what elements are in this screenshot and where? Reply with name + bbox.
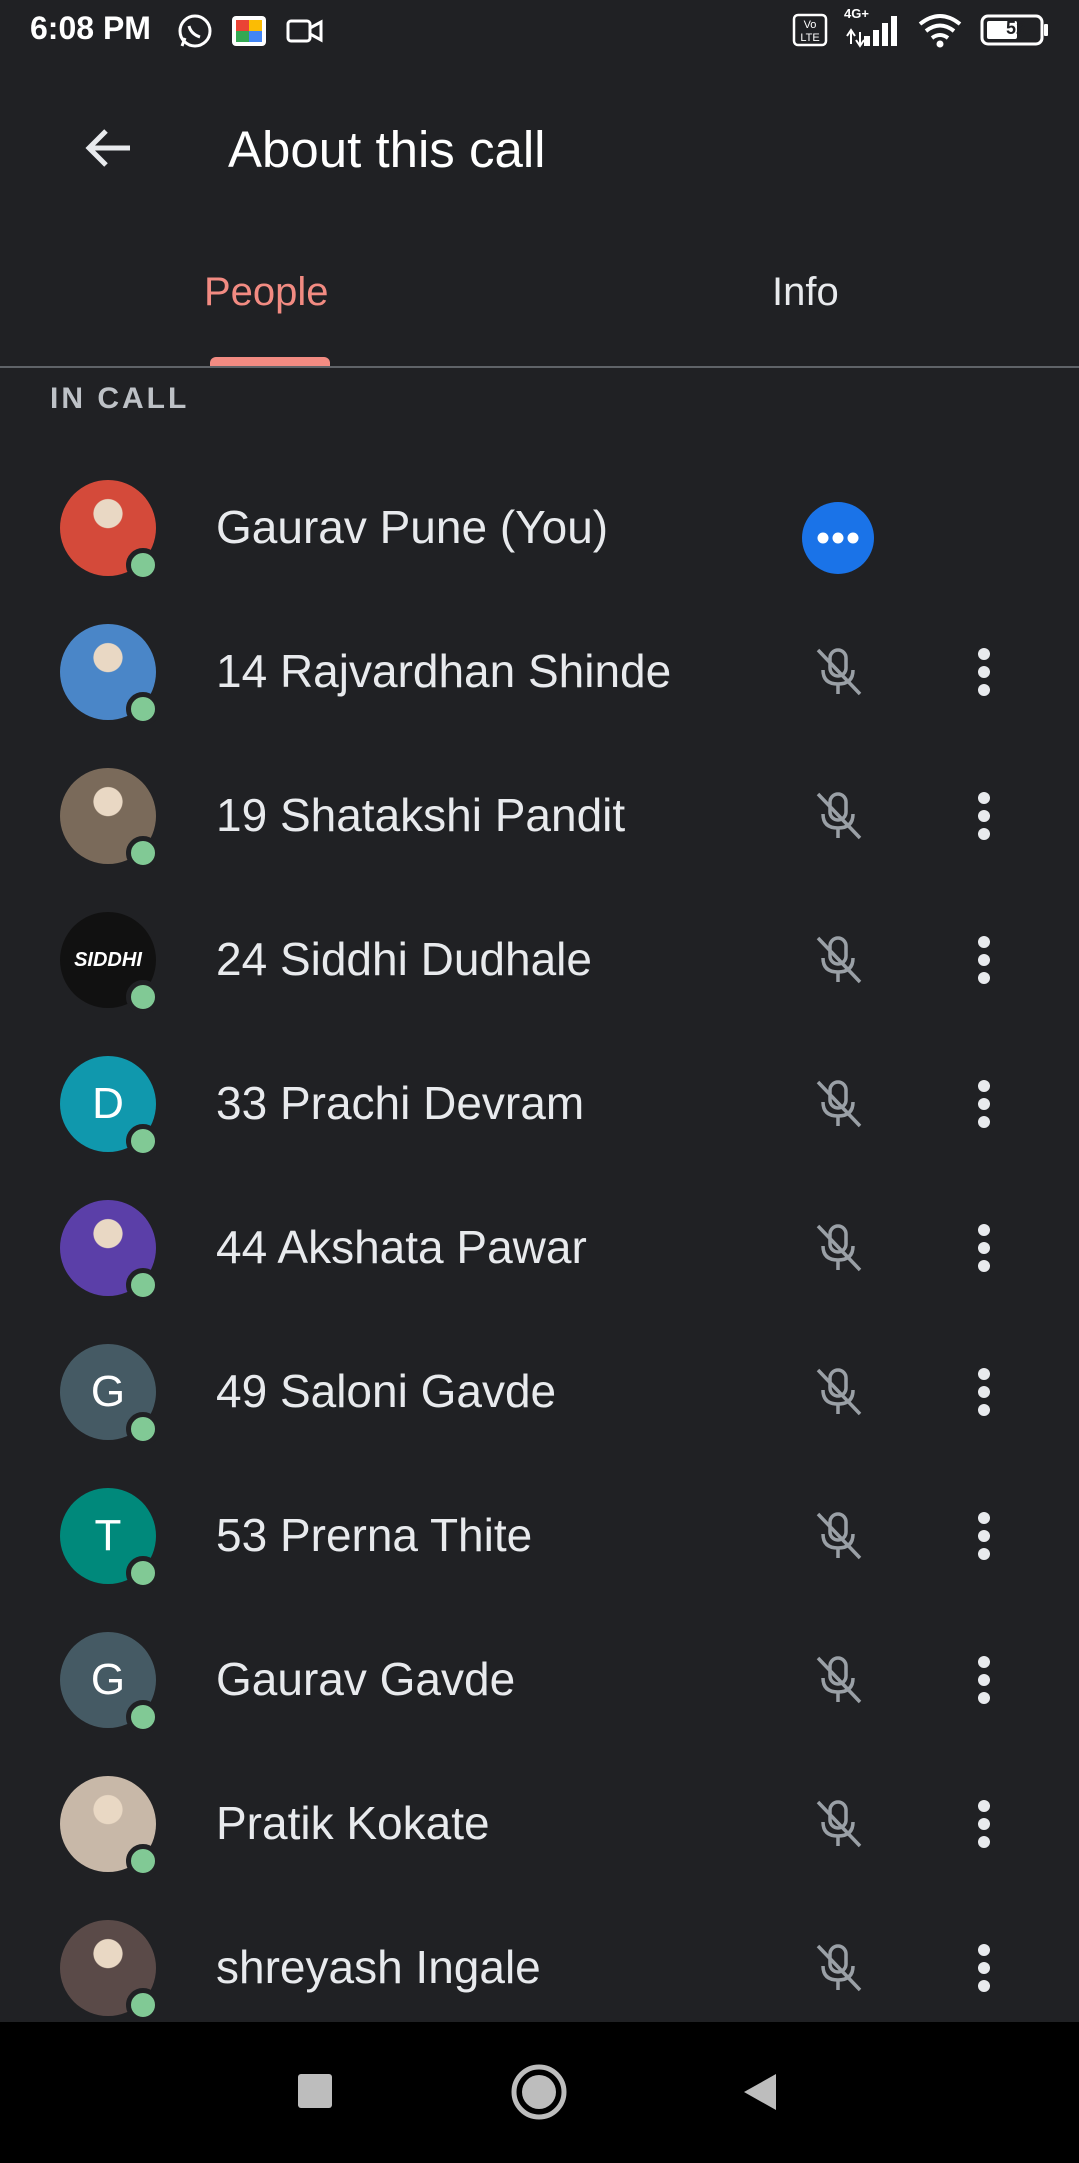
video-icon: [285, 12, 325, 55]
more-vert-icon[interactable]: [958, 1506, 1010, 1566]
mic-off-icon: [810, 788, 866, 844]
svg-text:LTE: LTE: [800, 32, 819, 44]
online-status-dot: [126, 1556, 160, 1590]
participant-row[interactable]: Gaurav Pune (You): [0, 462, 1079, 592]
status-time: 6:08 PM: [30, 10, 151, 46]
online-status-dot: [126, 1268, 160, 1302]
home-button[interactable]: [509, 2062, 569, 2122]
avatar: [60, 1920, 160, 2022]
participant-name: Gaurav Pune (You): [216, 501, 609, 553]
participant-name: 19 Shatakshi Pandit: [216, 789, 626, 841]
participant-row[interactable]: G 49 Saloni Gavde: [0, 1326, 1079, 1456]
tab-people[interactable]: People: [204, 270, 329, 315]
more-vert-icon[interactable]: [958, 642, 1010, 702]
mic-off-icon: [810, 1652, 866, 1708]
avatar: G: [60, 1632, 160, 1734]
more-vert-icon[interactable]: [958, 930, 1010, 990]
participant-name: 33 Prachi Devram: [216, 1077, 585, 1129]
participant-name: 24 Siddhi Dudhale: [216, 933, 592, 985]
more-vert-icon[interactable]: [958, 1218, 1010, 1278]
online-status-dot: [126, 1412, 160, 1446]
avatar: [60, 1200, 160, 1302]
wifi-icon: [916, 12, 964, 55]
more-options-icon[interactable]: [802, 502, 874, 574]
mic-off-icon: [810, 644, 866, 700]
section-label-in-call: IN CALL: [50, 382, 190, 415]
online-status-dot: [126, 1700, 160, 1734]
svg-text:Vo: Vo: [804, 19, 817, 31]
participant-row[interactable]: T 53 Prerna Thite: [0, 1470, 1079, 1600]
back-nav-button[interactable]: [730, 2062, 790, 2122]
mic-off-icon: [810, 1796, 866, 1852]
battery-level: 52: [1006, 18, 1027, 38]
online-status-dot: [126, 1124, 160, 1158]
participant-row[interactable]: 44 Akshata Pawar: [0, 1182, 1079, 1312]
participant-row[interactable]: 14 Rajvardhan Shinde: [0, 606, 1079, 736]
participant-name: 44 Akshata Pawar: [216, 1221, 587, 1273]
battery-icon: 52: [980, 12, 1050, 53]
online-status-dot: [126, 1988, 160, 2022]
avatar: D: [60, 1056, 160, 1158]
volte-icon: Vo LTE: [792, 12, 828, 53]
more-vert-icon[interactable]: [958, 1938, 1010, 1998]
online-status-dot: [126, 692, 160, 726]
participant-row[interactable]: Pratik Kokate: [0, 1758, 1079, 1888]
tab-info[interactable]: Info: [772, 270, 839, 315]
participant-name: Pratik Kokate: [216, 1797, 490, 1849]
avatar: G: [60, 1344, 160, 1446]
online-status-dot: [126, 980, 160, 1014]
status-bar: 6:08 PM Vo LTE 4G+ 52: [0, 0, 1079, 60]
participant-name: Gaurav Gavde: [216, 1653, 516, 1705]
participant-row[interactable]: 19 Shatakshi Pandit: [0, 750, 1079, 880]
system-nav-bar: [0, 2022, 1079, 2163]
avatar: [60, 624, 160, 726]
avatar: SIDDHI: [60, 912, 160, 1014]
avatar: [60, 480, 160, 582]
online-status-dot: [126, 1844, 160, 1878]
back-button[interactable]: [78, 118, 138, 178]
mic-off-icon: [810, 1364, 866, 1420]
page-title: About this call: [228, 121, 546, 178]
more-vert-icon[interactable]: [958, 1794, 1010, 1854]
participant-name: 49 Saloni Gavde: [216, 1365, 557, 1417]
more-vert-icon[interactable]: [958, 1362, 1010, 1422]
whatsapp-icon: [176, 12, 214, 55]
online-status-dot: [126, 548, 160, 582]
avatar: [60, 768, 160, 870]
tab-selected-indicator: [210, 357, 330, 366]
mic-off-icon: [810, 1940, 866, 1996]
tab-bar: People Info: [0, 250, 1079, 368]
triangle-back-icon: [744, 2074, 776, 2110]
participant-name: 14 Rajvardhan Shinde: [216, 645, 672, 697]
square-icon: [298, 2074, 332, 2108]
mic-off-icon: [810, 1220, 866, 1276]
mic-off-icon: [810, 1076, 866, 1132]
participant-name: shreyash Ingale: [216, 1941, 541, 1993]
online-status-dot: [126, 836, 160, 870]
network-label: 4G+: [844, 6, 869, 21]
back-arrow-icon: [85, 129, 130, 167]
more-vert-icon[interactable]: [958, 1650, 1010, 1710]
avatar: T: [60, 1488, 160, 1590]
participant-row[interactable]: SIDDHI 24 Siddhi Dudhale: [0, 894, 1079, 1024]
participant-row[interactable]: shreyash Ingale: [0, 1902, 1079, 2032]
participant-row[interactable]: G Gaurav Gavde: [0, 1614, 1079, 1744]
recents-button[interactable]: [286, 2062, 346, 2122]
avatar: [60, 1776, 160, 1878]
more-vert-icon[interactable]: [958, 1074, 1010, 1134]
mic-off-icon: [810, 1508, 866, 1564]
more-vert-icon[interactable]: [958, 786, 1010, 846]
participant-row[interactable]: D 33 Prachi Devram: [0, 1038, 1079, 1168]
mic-off-icon: [810, 932, 866, 988]
meet-icon: [230, 12, 268, 55]
participant-name: 53 Prerna Thite: [216, 1509, 533, 1561]
app-bar: About this call: [0, 90, 1079, 210]
signal-icon: 4G+: [842, 6, 900, 55]
home-circle-icon: [511, 2064, 567, 2120]
